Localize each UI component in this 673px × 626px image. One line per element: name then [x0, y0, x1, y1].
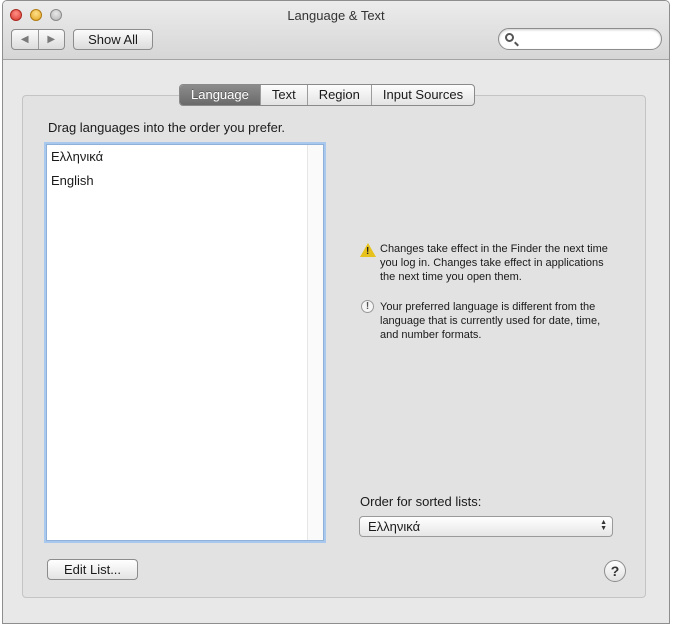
back-forward-control: ◀ ▶	[11, 29, 65, 50]
search-field[interactable]	[498, 28, 662, 50]
back-arrow-icon: ◀	[20, 34, 29, 45]
edit-list-button[interactable]: Edit List...	[47, 559, 138, 580]
window-title: Language & Text	[287, 8, 385, 23]
forward-arrow-icon: ▶	[47, 34, 56, 45]
language-instruction: Drag languages into the order you prefer…	[48, 120, 286, 135]
notice-text: Your preferred language is different fro…	[380, 301, 601, 341]
help-button[interactable]: ?	[604, 560, 626, 582]
forward-button[interactable]: ▶	[37, 30, 65, 49]
format-notice: ! Your preferred language is different f…	[360, 300, 610, 342]
back-button[interactable]: ◀	[12, 30, 38, 49]
search-icon	[505, 33, 514, 42]
up-down-arrows-icon: ▲ ▼	[600, 519, 607, 532]
tab-text[interactable]: Text	[259, 85, 307, 105]
sort-order-select[interactable]: Ελληνικά ▲ ▼	[359, 516, 613, 537]
tab-language[interactable]: Language	[180, 85, 260, 105]
tab-region[interactable]: Region	[306, 85, 371, 105]
warning-icon	[360, 243, 376, 259]
show-all-button[interactable]: Show All	[73, 29, 153, 50]
warning-text: Changes take effect in the Finder the ne…	[380, 243, 608, 283]
search-input[interactable]	[519, 31, 659, 49]
tab-input-sources[interactable]: Input Sources	[370, 85, 474, 105]
sort-order-value: Ελληνικά	[368, 519, 421, 534]
language-item-english[interactable]: English	[51, 173, 94, 188]
list-scrollbar[interactable]	[307, 145, 323, 540]
restart-warning: Changes take effect in the Finder the ne…	[360, 242, 610, 284]
language-list[interactable]: Ελληνικά English	[46, 144, 324, 541]
language-item-greek[interactable]: Ελληνικά	[51, 149, 103, 164]
sort-order-label: Order for sorted lists:	[360, 494, 482, 509]
tab-bar: Language Text Region Input Sources	[179, 84, 476, 106]
exclamation-icon: !	[361, 300, 374, 313]
title-bar[interactable]: Language & Text ◀ ▶ Show All	[3, 1, 669, 60]
